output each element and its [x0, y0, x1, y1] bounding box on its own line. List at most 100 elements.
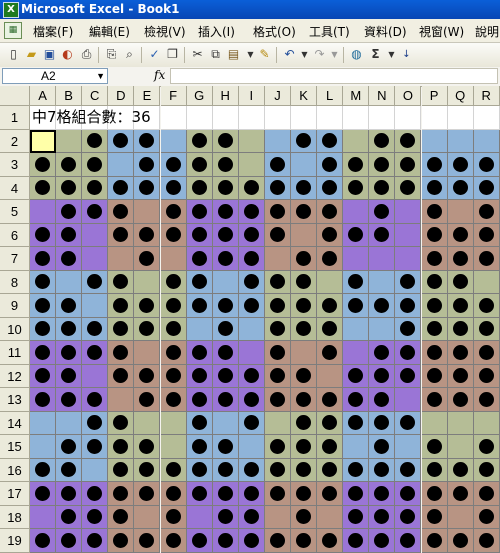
- cell[interactable]: [395, 176, 422, 200]
- column-header[interactable]: F: [160, 86, 187, 106]
- cell[interactable]: [421, 458, 448, 482]
- spell-check-icon[interactable]: ✓: [146, 46, 163, 63]
- cell[interactable]: [473, 364, 500, 388]
- cell[interactable]: [212, 529, 239, 553]
- cell[interactable]: [56, 129, 83, 153]
- cell[interactable]: [238, 529, 265, 553]
- cell[interactable]: [108, 388, 135, 412]
- cell[interactable]: [238, 505, 265, 529]
- cell[interactable]: [30, 458, 57, 482]
- cell[interactable]: [30, 270, 57, 294]
- cell[interactable]: [421, 411, 448, 435]
- row-header[interactable]: 16: [0, 458, 30, 482]
- cell[interactable]: [82, 411, 109, 435]
- cell[interactable]: [186, 294, 213, 318]
- cell[interactable]: [369, 341, 396, 365]
- selected-cell[interactable]: [30, 129, 57, 153]
- hyperlink-icon[interactable]: ◍: [348, 46, 365, 63]
- cell[interactable]: [369, 364, 396, 388]
- cell[interactable]: [108, 341, 135, 365]
- cell[interactable]: [369, 129, 396, 153]
- chevron-down-icon[interactable]: ▼: [96, 69, 105, 83]
- cell[interactable]: [343, 411, 370, 435]
- cell[interactable]: [421, 435, 448, 459]
- cell[interactable]: [447, 482, 474, 506]
- column-header[interactable]: P: [421, 86, 448, 106]
- cell[interactable]: [108, 294, 135, 318]
- name-box[interactable]: A2 ▼: [2, 68, 108, 84]
- column-header[interactable]: R: [473, 86, 500, 106]
- cell[interactable]: [30, 505, 57, 529]
- cell[interactable]: [108, 364, 135, 388]
- cell[interactable]: [134, 200, 161, 224]
- cell[interactable]: [82, 388, 109, 412]
- cell[interactable]: [160, 200, 187, 224]
- cell[interactable]: [212, 482, 239, 506]
- cell[interactable]: [56, 247, 83, 271]
- cell[interactable]: [212, 106, 239, 130]
- copy-icon[interactable]: ⧉: [207, 46, 224, 63]
- cell[interactable]: [264, 435, 291, 459]
- cell[interactable]: [108, 482, 135, 506]
- cell[interactable]: [186, 176, 213, 200]
- cell[interactable]: [264, 294, 291, 318]
- cell[interactable]: [160, 411, 187, 435]
- cell[interactable]: [369, 317, 396, 341]
- menu-window[interactable]: 視窗(W): [419, 23, 464, 40]
- menu-file[interactable]: 檔案(F): [33, 23, 73, 40]
- cell[interactable]: [291, 223, 318, 247]
- cell[interactable]: [447, 364, 474, 388]
- row-header[interactable]: 1: [0, 106, 30, 130]
- cell[interactable]: [291, 176, 318, 200]
- cell[interactable]: [395, 294, 422, 318]
- cell[interactable]: [473, 294, 500, 318]
- cell[interactable]: [421, 200, 448, 224]
- cell[interactable]: [134, 388, 161, 412]
- cell[interactable]: [108, 153, 135, 177]
- cell[interactable]: [369, 458, 396, 482]
- cell[interactable]: [82, 294, 109, 318]
- cell[interactable]: [395, 153, 422, 177]
- cell[interactable]: [82, 176, 109, 200]
- cell[interactable]: [473, 388, 500, 412]
- cell[interactable]: [186, 129, 213, 153]
- cell[interactable]: [82, 129, 109, 153]
- cell[interactable]: [56, 435, 83, 459]
- cell[interactable]: [56, 317, 83, 341]
- cell[interactable]: [395, 247, 422, 271]
- cell[interactable]: [238, 317, 265, 341]
- cell[interactable]: [447, 388, 474, 412]
- cell[interactable]: [421, 505, 448, 529]
- row-header[interactable]: 13: [0, 388, 30, 412]
- cell[interactable]: [447, 247, 474, 271]
- menu-view[interactable]: 檢視(V): [144, 23, 186, 40]
- cell[interactable]: [369, 294, 396, 318]
- cell[interactable]: [108, 317, 135, 341]
- cell[interactable]: [82, 505, 109, 529]
- cell[interactable]: [447, 106, 474, 130]
- cell[interactable]: [291, 529, 318, 553]
- cell[interactable]: [395, 200, 422, 224]
- cell[interactable]: [473, 435, 500, 459]
- cell[interactable]: [160, 435, 187, 459]
- cell[interactable]: [395, 223, 422, 247]
- cell[interactable]: [82, 364, 109, 388]
- cell[interactable]: [317, 176, 344, 200]
- cell[interactable]: [186, 223, 213, 247]
- cell[interactable]: [56, 505, 83, 529]
- cell[interactable]: [264, 129, 291, 153]
- cell[interactable]: [343, 223, 370, 247]
- cell[interactable]: [343, 247, 370, 271]
- cell[interactable]: [291, 482, 318, 506]
- cell[interactable]: [238, 411, 265, 435]
- cell[interactable]: [264, 270, 291, 294]
- cell[interactable]: [317, 317, 344, 341]
- cell[interactable]: [134, 294, 161, 318]
- cell[interactable]: [212, 247, 239, 271]
- cell[interactable]: [343, 505, 370, 529]
- cell[interactable]: [30, 223, 57, 247]
- cell[interactable]: [82, 341, 109, 365]
- column-header[interactable]: N: [369, 86, 396, 106]
- cell[interactable]: [473, 458, 500, 482]
- cell[interactable]: [343, 529, 370, 553]
